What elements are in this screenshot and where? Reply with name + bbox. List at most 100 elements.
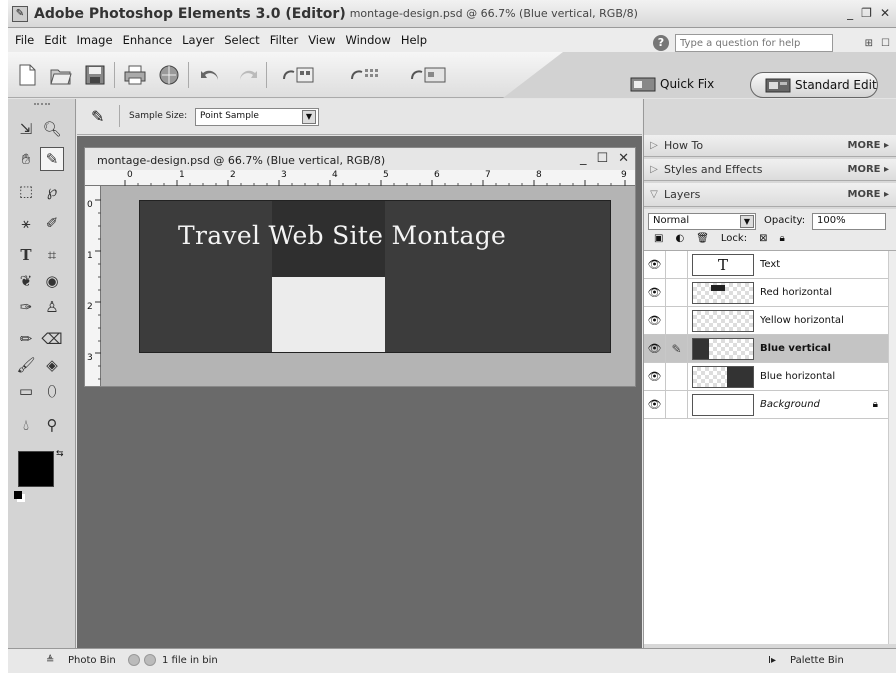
hand-tool-icon[interactable]: ✋︎ [14,147,38,171]
healing-brush-tool-icon[interactable]: ✑ [14,295,38,319]
how-to-palette-header[interactable]: ▷ How To MORE ▸ [644,135,896,157]
lock-all-icon[interactable]: 🔒︎ [779,233,784,244]
quick-fix-button[interactable]: Quick Fix [630,72,714,96]
document-title-bar[interactable]: montage-design.psd @ 66.7% (Blue vertica… [85,148,635,170]
doc-maximize-button[interactable]: ☐ [596,151,608,166]
menu-view[interactable]: View [303,33,340,47]
next-photo-icon[interactable] [144,654,156,666]
tile-icon[interactable]: ⊞ [865,38,873,49]
default-colors-icon[interactable] [14,491,22,499]
crop-tool-icon[interactable]: ⌗ [40,243,64,267]
share-icon[interactable] [348,62,384,88]
foreground-color-swatch[interactable] [18,451,54,487]
visibility-eye-icon[interactable]: 👁︎ [644,278,666,307]
save-icon[interactable] [82,62,108,88]
visibility-eye-icon[interactable]: 👁︎ [644,306,666,335]
layer-row-selected[interactable]: 👁︎ ✎ Blue vertical [644,334,888,363]
type-tool-icon[interactable]: T [14,243,38,267]
eyedropper-icon[interactable]: ✎ [91,107,104,126]
sponge-tool-icon[interactable]: ⚲ [40,413,64,437]
layer-row[interactable]: 👁︎ T Text [644,250,888,279]
layers-scrollbar[interactable] [888,251,896,644]
lock-transparency-icon[interactable]: ⊠ [759,233,767,244]
menu-enhance[interactable]: Enhance [118,33,178,47]
open-folder-icon[interactable] [48,62,74,88]
palette-bin-toggle-icon[interactable]: I▸ [768,655,776,666]
brush-tool-icon[interactable]: 🖌︎ [14,353,38,377]
visibility-eye-icon[interactable]: 👁︎ [644,390,666,419]
link-box[interactable] [666,278,688,307]
pencil-tool-icon[interactable]: ✏︎ [14,327,38,351]
new-layer-icon[interactable]: ▣ [654,233,663,244]
layer-row[interactable]: 👁︎ Blue horizontal [644,362,888,391]
palette-bin-label[interactable]: Palette Bin [790,655,844,666]
link-box[interactable] [666,390,688,419]
redo-icon[interactable] [234,62,260,88]
how-to-more-button[interactable]: MORE ▸ [848,140,890,151]
minimize-button[interactable]: _ [847,6,853,20]
swap-colors-icon[interactable]: ⇆ [56,449,64,459]
maximize-icon[interactable]: ☐ [881,38,890,49]
red-eye-tool-icon[interactable]: ◉ [40,269,64,293]
restore-button[interactable]: ❐ [861,6,872,20]
brush-icon[interactable]: ✎ [666,334,688,363]
paint-bucket-tool-icon[interactable]: ◈ [40,353,64,377]
eraser-tool-icon[interactable]: ⌫ [40,327,64,351]
photo-bin-toggle-icon[interactable]: ≜ [46,655,54,666]
shape-tool-icon[interactable]: ⬯ [40,379,64,403]
link-box[interactable] [666,250,688,279]
menu-window[interactable]: Window [340,33,395,47]
menu-select[interactable]: Select [219,33,264,47]
standard-edit-button[interactable]: Standard Edit [750,72,878,98]
adjustment-layer-icon[interactable]: ◐ [675,233,684,244]
new-file-icon[interactable] [14,62,40,88]
photo-bin-label[interactable]: Photo Bin [68,655,116,666]
canvas-area[interactable]: Travel Web Site Montage [101,186,635,386]
print-icon[interactable] [122,62,148,88]
montage-image[interactable]: Travel Web Site Montage [139,200,611,353]
layer-row[interactable]: 👁︎ Yellow horizontal [644,306,888,335]
menu-image[interactable]: Image [72,33,118,47]
help-search-input[interactable] [675,34,833,52]
cookie-cutter-tool-icon[interactable]: ❦ [14,269,38,293]
visibility-eye-icon[interactable]: 👁︎ [644,362,666,391]
layer-row[interactable]: 👁︎ Red horizontal [644,278,888,307]
blur-tool-icon[interactable]: 💧︎ [14,413,38,437]
sample-size-select[interactable]: Point Sample ▼ [195,108,319,126]
menu-file[interactable]: File [10,33,39,47]
move-tool-icon[interactable]: ⇲ [14,117,38,141]
menu-help[interactable]: Help [396,33,432,47]
styles-palette-header[interactable]: ▷ Styles and Effects MORE ▸ [644,159,896,181]
online-services-icon[interactable] [156,62,182,88]
selection-brush-tool-icon[interactable]: ✐ [40,211,64,235]
zoom-tool-icon[interactable]: 🔍︎ [40,117,64,141]
styles-more-button[interactable]: MORE ▸ [848,164,890,175]
blend-mode-select[interactable]: Normal ▼ [648,213,756,230]
toolbox-grip[interactable] [34,103,50,105]
visibility-eye-icon[interactable]: 👁︎ [644,334,666,363]
menu-edit[interactable]: Edit [39,33,71,47]
create-icon[interactable] [280,62,316,88]
menu-filter[interactable]: Filter [265,33,303,47]
delete-layer-icon[interactable]: 🗑︎ [696,233,709,244]
layer-row[interactable]: 👁︎ Background 🔒︎ [644,390,888,419]
close-button[interactable]: ✕ [880,6,890,20]
previous-photo-icon[interactable] [128,654,140,666]
magic-wand-tool-icon[interactable]: ⚹ [14,211,38,235]
visibility-eye-icon[interactable]: 👁︎ [644,250,666,279]
opacity-input[interactable]: 100% [812,213,886,230]
clone-stamp-tool-icon[interactable]: ♙ [40,295,64,319]
help-icon[interactable]: ? [653,35,669,51]
undo-icon[interactable] [198,62,224,88]
marquee-tool-icon[interactable]: ⬚ [14,179,38,203]
doc-close-button[interactable]: ✕ [618,151,629,166]
link-box[interactable] [666,362,688,391]
browser-icon[interactable] [408,62,448,88]
lasso-tool-icon[interactable]: ℘ [40,179,64,203]
layers-more-button[interactable]: MORE ▸ [848,189,890,200]
layers-palette-header[interactable]: ▽ Layers MORE ▸ [644,183,896,207]
link-box[interactable] [666,306,688,335]
eyedropper-tool-icon[interactable]: ✎ [40,147,64,171]
gradient-tool-icon[interactable]: ▭ [14,379,38,403]
menu-layer[interactable]: Layer [177,33,219,47]
